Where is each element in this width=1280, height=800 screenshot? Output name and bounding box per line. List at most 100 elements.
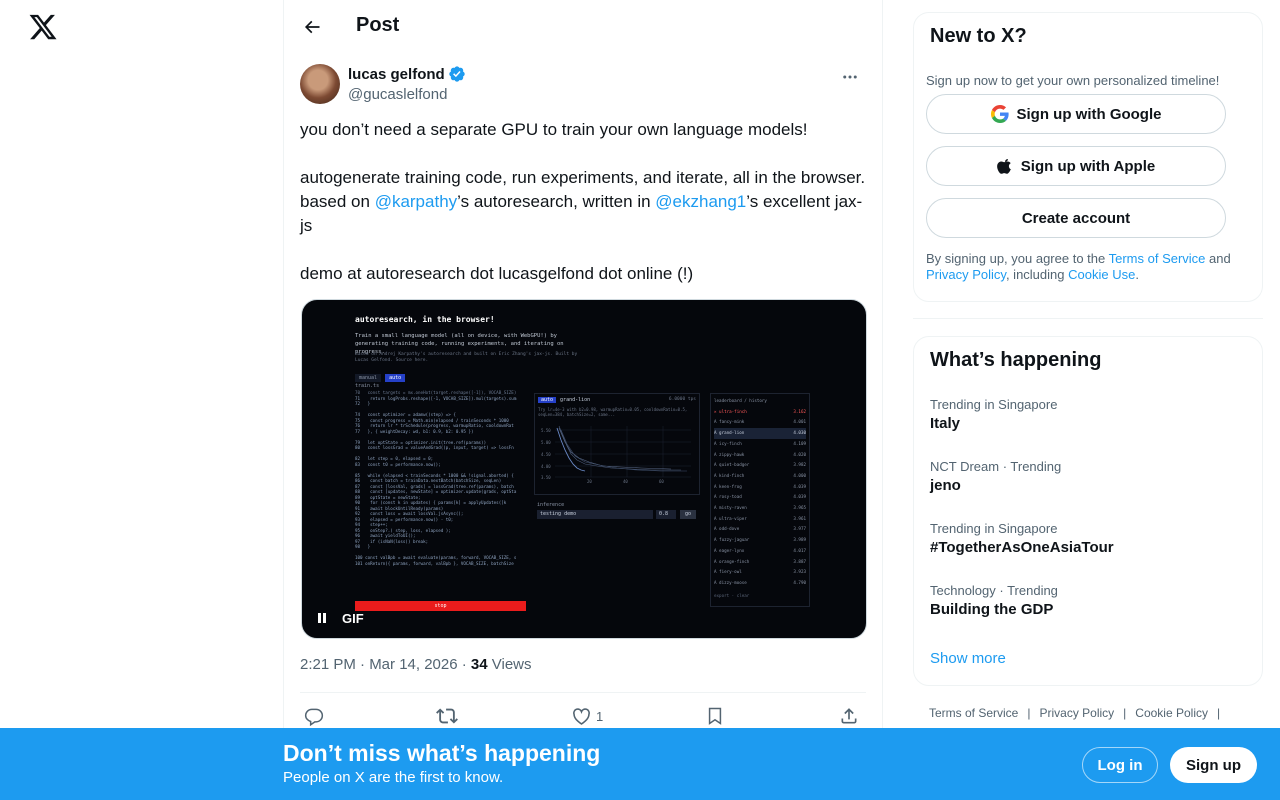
legal-text: By signing up, you agree to the [926,251,1109,266]
gif-history-score: 3.923 [793,569,806,575]
gif-history-name: A grand-lion [714,430,745,436]
gif-run-name: grand-lion [560,397,591,403]
gif-history-row: A keen-frog 4.039 [714,482,806,493]
reply-icon [304,708,324,726]
svg-text:4.00: 4.00 [541,464,551,469]
google-icon [990,105,1009,123]
trend-item[interactable]: NCT Dream · Trending jeno [930,459,1248,494]
trend-item[interactable]: Trending in Singapore Italy [930,397,1248,432]
google-signup-button[interactable]: Sign up with Google [926,94,1226,134]
svg-text:5.00: 5.00 [541,440,551,445]
footer-link-terms[interactable]: Terms of Service [929,706,1018,720]
svg-text:60: 60 [659,479,664,484]
gif-history-score: 4.109 [793,440,806,446]
bookmark-button[interactable] [705,702,725,730]
gif-history-name: A kind-finch [714,472,745,478]
gif-inference-input: testing demo [537,510,653,519]
signup-button[interactable]: Sign up [1170,747,1257,783]
author-handle[interactable]: @gucaslelfond [348,86,447,103]
gif-history-score: 3.965 [793,505,806,511]
gif-history-score: 3.989 [793,537,806,543]
back-button[interactable] [296,11,328,43]
gif-inference-go: go [680,510,696,519]
gif-inference-temp: 0.8 [656,510,676,519]
tweet-paragraph-3: demo at autoresearch dot lucasgelfond do… [300,264,694,283]
gif-history-row: A dizzy-moose 4.790 [714,578,806,589]
gif-history-score: 4.000 [793,472,806,478]
mention-link[interactable]: @karpathy [375,192,457,211]
gif-history-score: 3.162 [793,408,806,414]
divider [913,318,1263,319]
more-options-button[interactable] [834,66,866,88]
mention-link[interactable]: @ekzhang1 [655,192,746,211]
legal-text: . [1135,267,1139,282]
views-label: Views [487,656,532,673]
footer-separator: | [1123,706,1127,720]
terms-link[interactable]: Terms of Service [1109,251,1206,266]
share-button[interactable] [839,702,859,730]
gif-history-score: 4.020 [793,451,806,457]
svg-text:40: 40 [623,479,628,484]
left-nav [0,0,283,800]
gif-file-label: train.ts [355,383,380,389]
more-dots-icon [843,75,857,79]
gif-history-score: 3.982 [793,462,806,468]
gif-run-speed: 6.0000 tps [668,397,696,402]
trend-name: Italy [930,415,961,432]
trend-name: #TogetherAsOneAsiaTour [930,539,1114,556]
author-name[interactable]: lucas gelfond [348,65,466,83]
create-account-button[interactable]: Create account [926,198,1226,238]
footer-link-cookie[interactable]: Cookie Policy [1135,706,1208,720]
login-banner: Don’t miss what’s happening People on X … [0,728,1280,800]
gif-credit: Based on Andrej Karpathy's autoresearch … [355,352,578,363]
gif-history-row: ✕ ultra-finch 3.162 [714,407,806,418]
gif-history-name: A ultra-viper [714,515,747,521]
x-logo-icon[interactable] [28,12,58,42]
gif-history-row: A fiery-owl 3.923 [714,567,806,578]
page-title: Post [356,14,400,36]
gif-history-score: 4.039 [793,483,806,489]
gif-history-score: 4.001 [793,419,806,425]
gif-history-row: A icy-finch 4.109 [714,439,806,450]
gif-history-row: A odd-dove 3.977 [714,524,806,535]
avatar[interactable] [300,64,340,104]
gif-history-row: A fancy-mink 4.001 [714,417,806,428]
gif-stop-bar: stop [355,601,526,611]
gif-history-row: A zippy-hawk 4.020 [714,450,806,461]
trend-item[interactable]: Technology · Trending Building the GDP [930,583,1248,618]
gif-history-score: 4.790 [793,579,806,585]
trend-context: Trending in Singapore [930,521,1058,536]
gif-history-name: A icy-finch [714,440,742,446]
like-count: 1 [596,708,604,724]
gif-history-row: A misty-raven 3.965 [714,503,806,514]
privacy-link[interactable]: Privacy Policy [926,267,1006,282]
signup-legal-text: By signing up, you agree to the Terms of… [926,251,1252,283]
show-more-link[interactable]: Show more [930,650,1006,667]
media-gif[interactable]: autoresearch, in the browser! Train a sm… [301,299,867,639]
like-button[interactable]: 1 [571,702,603,730]
pause-button[interactable] [312,608,332,628]
trend-context: Trending in Singapore [930,397,1058,412]
verified-badge-icon [449,66,465,82]
apple-signup-button[interactable]: Sign up with Apple [926,146,1226,186]
repost-icon [436,708,458,724]
cookie-link[interactable]: Cookie Use [1068,267,1135,282]
gif-history-name: A quiet-badger [714,462,750,468]
trend-item[interactable]: Trending in Singapore #TogetherAsOneAsia… [930,521,1248,556]
gif-mode-toggle: manual auto [355,374,406,382]
gif-code-block: 70 const targets = mx.oneHot(target.resh… [355,390,517,566]
login-button[interactable]: Log in [1082,747,1158,783]
gif-history-name: A dizzy-moose [714,579,747,585]
gif-history-score: 3.887 [793,558,806,564]
gif-title: autoresearch, in the browser! [355,315,495,324]
apple-signup-label: Sign up with Apple [1020,157,1156,175]
reply-button[interactable] [304,702,324,730]
gif-controls: GIF [312,608,364,628]
gif-history-row: A rosy-toad 4.039 [714,492,806,503]
post-time[interactable]: 2:21 PM · Mar 14, 2026 · [300,656,471,673]
gif-loss-chart: 5.50 5.00 4.50 4.00 3.50 20 40 60 [541,425,691,484]
gif-history-panel: leaderboard / history ✕ ultra-finch 3.162… [710,393,810,607]
footer-link-privacy[interactable]: Privacy Policy [1039,706,1114,720]
repost-button[interactable] [436,702,458,730]
gif-history-title: leaderboard / history [714,398,767,403]
